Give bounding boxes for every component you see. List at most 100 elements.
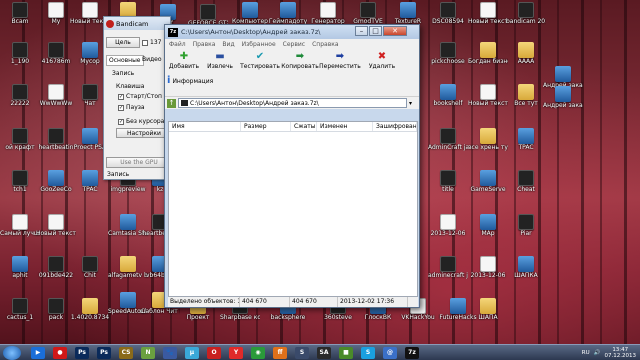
address-input[interactable]: C:\Users\Антон\Desktop\Андрей заказ.7z\ (178, 98, 407, 108)
target-button[interactable]: Цель (106, 37, 140, 48)
desktop-icon[interactable]: alfagametv bumgcreed (108, 254, 148, 288)
desktop-icon[interactable]: ШАПА (470, 296, 506, 330)
desktop-icon[interactable]: pack (38, 296, 74, 330)
info-button[interactable]: i Информация (167, 75, 227, 87)
desktop-icon[interactable]: aphit (2, 254, 38, 288)
desktop-icon[interactable]: WwWwWw (38, 82, 74, 116)
menu-tools[interactable]: Сервис (283, 41, 305, 48)
skype-icon[interactable]: S (361, 346, 375, 359)
no-cursor-checkbox[interactable]: ✓ (118, 118, 124, 125)
desktop-icon[interactable]: ШАПКА (508, 254, 544, 288)
move-button[interactable]: ➡ Переместить (319, 51, 361, 70)
col-encrypted[interactable]: Зашифрован (373, 122, 417, 131)
desktop-icon[interactable]: Богдан бизнес (468, 40, 508, 74)
desktop-icon[interactable]: bookshelf (430, 82, 466, 116)
desktop-icon[interactable]: Camtasia Studio 7 (108, 212, 148, 246)
copy-button[interactable]: ➡ Копировать (281, 51, 318, 70)
desktop-icon[interactable]: Chit (72, 254, 108, 288)
desktop-icon[interactable]: Самый лучший кл (0, 212, 40, 246)
desktop-icon[interactable]: GooZeeCo (38, 168, 74, 202)
extract-button[interactable]: ▬ Извлечь (203, 51, 237, 70)
desktop-icon[interactable]: 2013-12-06 (470, 254, 506, 288)
desktop-icon[interactable]: heartbeatin (38, 126, 74, 160)
maximize-button[interactable]: □ (369, 26, 382, 36)
pause-checkbox[interactable]: ✓ (118, 104, 124, 111)
menu-file[interactable]: Файл (169, 41, 186, 48)
desktop-icon[interactable]: My (38, 0, 74, 34)
desktop-icon[interactable]: TPAC (508, 126, 544, 160)
desktop-icon[interactable]: pickchoose (430, 40, 466, 74)
address-dropdown-icon[interactable]: ▾ (409, 100, 417, 107)
tab-basic[interactable]: Основные (106, 55, 144, 66)
menu-edit[interactable]: Правка (193, 41, 216, 48)
desktop-icon[interactable]: cactus_1 (2, 296, 38, 330)
tab-video[interactable]: Видео (140, 55, 164, 64)
desktop-icon[interactable]: SpeedAutoCl Aleksandro (108, 290, 148, 324)
bandicam-window[interactable]: Bandicam Цель 137 Основные Видео Запись … (103, 16, 172, 180)
photoshop-icon[interactable]: Ps (75, 346, 89, 359)
desktop-icon[interactable]: Cheat (508, 168, 544, 202)
desktop-icon[interactable]: bandicam 2013-12-05 (506, 0, 546, 34)
desktop-icon[interactable]: АААА (508, 40, 544, 74)
windows-media-player-icon[interactable]: ▶ (31, 346, 45, 359)
field-checkbox[interactable] (142, 39, 148, 46)
desktop-icon[interactable]: title (430, 168, 466, 202)
language-indicator[interactable]: RU (582, 350, 590, 356)
desktop-icon[interactable]: Все тут (508, 82, 544, 116)
desktop-icon[interactable]: 1_190 (2, 40, 38, 74)
col-packed[interactable]: Сжатый (291, 122, 317, 131)
desktop-icon[interactable]: ой крафт (2, 126, 38, 160)
desktop-icon[interactable]: Новый текстовый (468, 0, 508, 34)
col-name[interactable]: Имя (169, 122, 241, 131)
up-folder-icon[interactable]: ↑ (167, 98, 176, 108)
col-size[interactable]: Размер (241, 122, 291, 131)
desktop-icon[interactable]: Новый текстовый (468, 82, 508, 116)
start-stop-checkbox[interactable]: ✓ (118, 93, 124, 100)
paw-icon[interactable]: 🐾 (163, 346, 177, 359)
bandicam-titlebar[interactable]: Bandicam (104, 17, 170, 30)
counter-strike-icon[interactable]: CS (119, 346, 133, 359)
use-gpu-button[interactable]: Use the GPU (106, 157, 172, 168)
steam-icon[interactable]: S (295, 346, 309, 359)
test-button[interactable]: ✔ Тестировать (240, 51, 280, 70)
add-button[interactable]: ✚ Добавить (167, 51, 201, 70)
desktop-icon[interactable]: Новый текстовый (36, 212, 76, 246)
yandex-icon[interactable]: Y (229, 346, 243, 359)
desktop-icon[interactable]: MAp (470, 212, 506, 246)
desktop-icon[interactable]: 416786m (38, 40, 74, 74)
desktop-icon[interactable]: Piar (508, 212, 544, 246)
desktop-icon[interactable]: 1.4020.8734 (71, 296, 109, 330)
clock[interactable]: 13:47 07.12.2013 (605, 347, 637, 359)
7zip-window[interactable]: 7z C:\Users\Антон\Desktop\Андрей заказ.7… (164, 24, 420, 308)
menu-favorites[interactable]: Избранное (242, 41, 276, 48)
file-list[interactable]: Имя Размер Сжатый Изменен Зашифрован (168, 121, 418, 297)
desktop-icon[interactable]: GameServe (470, 168, 506, 202)
volume-icon[interactable]: 🔊 (594, 350, 601, 356)
utorrent-icon[interactable]: µ (185, 346, 199, 359)
photoshop-2-icon[interactable]: Ps (97, 346, 111, 359)
desktop-icon[interactable]: 091bde422 (38, 254, 74, 288)
7zip-icon[interactable]: 7z (405, 346, 419, 359)
desktop-icon[interactable]: DSC08594 (430, 0, 466, 34)
mail-icon[interactable]: @ (383, 346, 397, 359)
col-modified[interactable]: Изменен (317, 122, 373, 131)
desktop-icon[interactable]: tch1 (2, 168, 38, 202)
desktop-icon[interactable]: Bcam (2, 0, 38, 34)
desktop-icon[interactable]: все хрень тута (468, 126, 508, 160)
desktop-icon[interactable]: AdminCraft java (428, 126, 468, 160)
menu-help[interactable]: Справка (312, 41, 338, 48)
gta-icon[interactable]: SA (317, 346, 331, 359)
delete-button[interactable]: ✖ Удалить (365, 51, 399, 70)
chrome-icon[interactable]: ◉ (251, 346, 265, 359)
desktop-icon[interactable]: Андрей заказ (543, 84, 583, 118)
close-button[interactable]: ✕ (383, 26, 407, 36)
desktop-icon[interactable]: adminecraft java 2 (428, 254, 468, 288)
record-icon[interactable]: ● (53, 346, 67, 359)
minimize-button[interactable]: – (355, 26, 368, 36)
notepad-plus-icon[interactable]: N (141, 346, 155, 359)
menu-view[interactable]: Вид (222, 41, 234, 48)
minecraft-icon[interactable]: ■ (339, 346, 353, 359)
opera-icon[interactable]: O (207, 346, 221, 359)
desktop-icon[interactable]: 2013-12-06 (430, 212, 466, 246)
start-button[interactable] (3, 345, 21, 360)
